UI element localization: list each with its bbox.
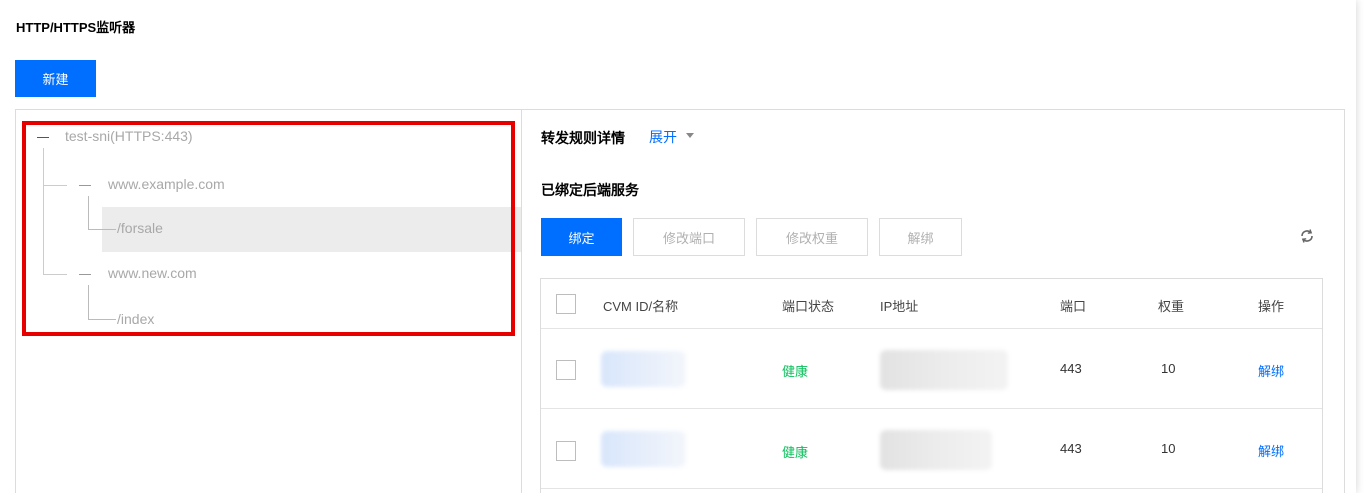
- weight-value: 10: [1161, 361, 1176, 376]
- header-weight: 权重: [1158, 299, 1185, 314]
- redacted-cvm-id: [601, 431, 686, 467]
- header-port: 端口: [1060, 299, 1087, 314]
- modify-port-button[interactable]: 修改端口: [633, 218, 745, 256]
- panel-divider: [521, 109, 522, 493]
- row-checkbox[interactable]: [556, 360, 576, 380]
- status-badge: 健康: [782, 445, 809, 460]
- bind-button[interactable]: 绑定: [541, 218, 622, 256]
- select-all-checkbox[interactable]: [556, 294, 576, 314]
- redacted-ip: [880, 430, 992, 470]
- header-port-status: 端口状态: [782, 299, 835, 314]
- highlight-box: [22, 121, 515, 336]
- row-unbind-link[interactable]: 解绑: [1258, 441, 1284, 460]
- table-row-divider: [541, 328, 1322, 329]
- weight-value: 10: [1161, 441, 1176, 456]
- header-cvm-id[interactable]: CVM ID/名称: [603, 296, 678, 315]
- rule-detail-title: 转发规则详情: [541, 130, 625, 146]
- expand-link[interactable]: 展开: [649, 127, 677, 147]
- listener-title: HTTP/HTTPS监听器: [16, 20, 136, 35]
- status-badge: 健康: [782, 364, 809, 379]
- header-action: 操作: [1258, 299, 1285, 314]
- caret-down-icon[interactable]: [686, 133, 694, 138]
- port-value: 443: [1060, 361, 1082, 376]
- table-row-divider: [541, 488, 1322, 489]
- bound-services-title: 已绑定后端服务: [541, 182, 639, 198]
- table-row-divider: [541, 408, 1322, 409]
- row-checkbox[interactable]: [556, 441, 576, 461]
- unbind-button[interactable]: 解绑: [879, 218, 962, 256]
- row-unbind-link[interactable]: 解绑: [1258, 361, 1284, 380]
- header-ip: IP地址: [880, 299, 919, 314]
- redacted-ip: [880, 350, 1008, 390]
- modify-weight-button[interactable]: 修改权重: [756, 218, 868, 256]
- port-value: 443: [1060, 441, 1082, 456]
- redacted-cvm-id: [601, 351, 686, 387]
- refresh-icon[interactable]: [1299, 228, 1315, 244]
- new-button[interactable]: 新建: [15, 60, 96, 97]
